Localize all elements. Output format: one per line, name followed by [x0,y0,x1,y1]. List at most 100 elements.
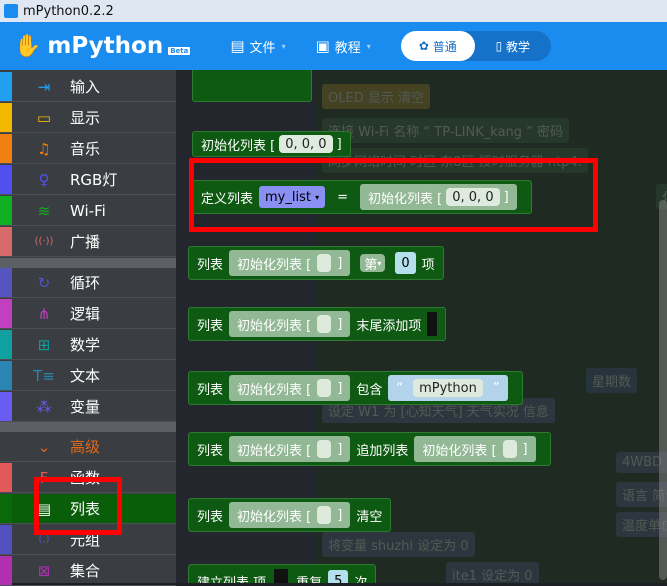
sidebar-item-label: 集合 [70,562,101,580]
init-list-input[interactable]: 初始化列表 [] [229,311,351,337]
init-list-input[interactable]: 初始化列表 [] [414,436,536,462]
nth-dropdown[interactable]: 第 ▾ [360,254,386,273]
text-icon: T≡ [33,366,55,385]
sidebar-item-5[interactable]: ((·)) 广播 [0,227,176,257]
empty-field[interactable] [317,379,332,397]
category-separator [0,258,176,268]
sidebar-item-label: 数学 [70,336,101,354]
category-color-strip [0,268,12,297]
sidebar-item-label: 高级 [70,438,101,456]
app-icon [4,4,18,18]
category-color-strip [0,494,12,523]
background-block: ite1 设定为 0 [446,562,539,583]
init-list-input[interactable]: 初始化列表 [] [229,375,351,401]
sidebar-item-4[interactable]: ≋ Wi-Fi [0,196,176,226]
sidebar-item-3[interactable]: ♀ RGB灯 [0,165,176,195]
chevron-down-icon: ⌄ [37,437,51,456]
category-color-strip [0,432,12,461]
caret-icon: ▾ [366,41,371,51]
category-color-strip [0,299,12,328]
sidebar-item-label: Wi-Fi [70,201,106,220]
music-icon: ♫ [37,139,51,158]
sidebar-item-2[interactable]: ♫ 音乐 [0,134,176,164]
file-menu[interactable]: ▤ 文件 ▾ [230,37,285,56]
sidebar-item-9[interactable]: T≡ 文本 [0,361,176,391]
category-color-strip [0,134,12,163]
block-list-append[interactable]: 列表 初始化列表 [] 末尾添加项 [188,307,447,341]
mode-toggle: ✿ 普通 ▯ 教学 [400,31,551,61]
math-icon: ⊞ [37,335,51,354]
block-list-clear[interactable]: 列表 初始化列表 [] 清空 [188,498,392,532]
category-color-strip [0,463,12,492]
string-field[interactable]: mPython [413,379,483,397]
sidebar-item-0[interactable]: ⇥ 输入 [0,72,176,102]
caret-icon: ▾ [281,41,286,51]
repeat-count-field[interactable]: 5 [328,570,349,583]
sidebar-item-label: 循环 [70,274,101,292]
sidebar-item-label: RGB灯 [70,171,118,189]
empty-field[interactable] [502,440,517,458]
set-icon: ⊠ [37,561,51,580]
top-block-stub[interactable] [192,70,312,102]
sidebar-item-15[interactable]: ⊠ 集合 [0,556,176,586]
empty-input-slot[interactable] [427,312,438,336]
wifi-icon: ≋ [37,201,51,220]
display-icon: ▭ [36,108,52,127]
init-list-input[interactable]: 初始化列表 [] [229,250,351,276]
title-bar: mPython0.2.2 [0,0,667,22]
sidebar-item-6[interactable]: ↻ 循环 [0,268,176,298]
category-color-strip [0,556,12,585]
loop-icon: ↻ [37,273,51,292]
list-value-field[interactable]: 0, 0, 0 [279,135,333,153]
logo: ✋ mPython Beta [14,33,191,59]
empty-field[interactable] [317,506,332,524]
category-color-strip [0,227,12,256]
workspace-scrollbar[interactable] [659,200,667,580]
index-field[interactable]: 0 [395,252,416,274]
header: ✋ mPython Beta ▤ 文件 ▾ ▣ 教程 ▾ ✿ 普通 ▯ 教学 [0,22,667,70]
sidebar-item-7[interactable]: ⋔ 逻辑 [0,299,176,329]
workspace[interactable]: OLED 显示 清空 连接 Wi-Fi 名称 “ TP-LINK_kang ” 密… [176,70,667,583]
empty-field[interactable] [317,440,332,458]
block-init-list[interactable]: 初始化列表 [0, 0, 0] [192,131,351,157]
window-title: mPython0.2.2 [23,3,114,19]
category-color-strip [0,525,12,554]
highlight-box-sidebar [34,477,122,535]
init-list-input[interactable]: 初始化列表 [] [229,502,351,528]
sidebar-item-label: 显示 [70,109,101,127]
block-list-contains[interactable]: 列表 初始化列表 [] 包含 “mPython” [188,371,523,405]
caret-icon: ▾ [377,258,382,268]
string-input[interactable]: “mPython” [388,375,508,401]
mode-normal-button[interactable]: ✿ 普通 [400,31,475,61]
block-list-extend[interactable]: 列表 初始化列表 [] 追加列表 初始化列表 [] [188,432,551,466]
logic-icon: ⋔ [37,304,51,323]
tutorial-menu[interactable]: ▣ 教程 ▾ [316,37,371,56]
category-color-strip [0,103,12,132]
category-separator [0,422,176,432]
category-color-strip [0,330,12,359]
category-color-strip [0,165,12,194]
variable-icon: ⁂ [36,397,52,416]
empty-field[interactable] [317,254,332,272]
mode-teach-button[interactable]: ▯ 教学 [475,38,551,55]
sidebar-item-10[interactable]: ⁂ 变量 [0,392,176,422]
sidebar-item-8[interactable]: ⊞ 数学 [0,330,176,360]
empty-input-slot[interactable] [274,569,289,583]
book-open-icon: ▯ [495,39,506,53]
init-list-input[interactable]: 初始化列表 [] [229,436,351,462]
empty-field[interactable] [317,315,332,333]
bulb-icon: ♀ [38,170,50,189]
block-create-list-repeat[interactable]: 建立列表 项 重复 5 次 [188,564,377,583]
tuple-icon: (,) [38,534,50,545]
category-color-strip [0,196,12,225]
sidebar-item-label: 变量 [70,398,101,416]
category-color-strip [0,361,12,390]
background-block: 连接 Wi-Fi 名称 “ TP-LINK_kang ” 密码 [322,118,570,143]
block-list-get-item[interactable]: 列表 初始化列表 [] 第 ▾ 0 项 [188,246,444,280]
sidebar-item-label: 广播 [70,233,101,251]
input-icon: ⇥ [37,77,51,96]
sidebar-item-1[interactable]: ▭ 显示 [0,103,176,133]
logo-hand-icon: ✋ [14,33,42,59]
sidebar-item-11[interactable]: ⌄ 高级 [0,432,176,462]
sidebar-item-label: 音乐 [70,140,101,158]
